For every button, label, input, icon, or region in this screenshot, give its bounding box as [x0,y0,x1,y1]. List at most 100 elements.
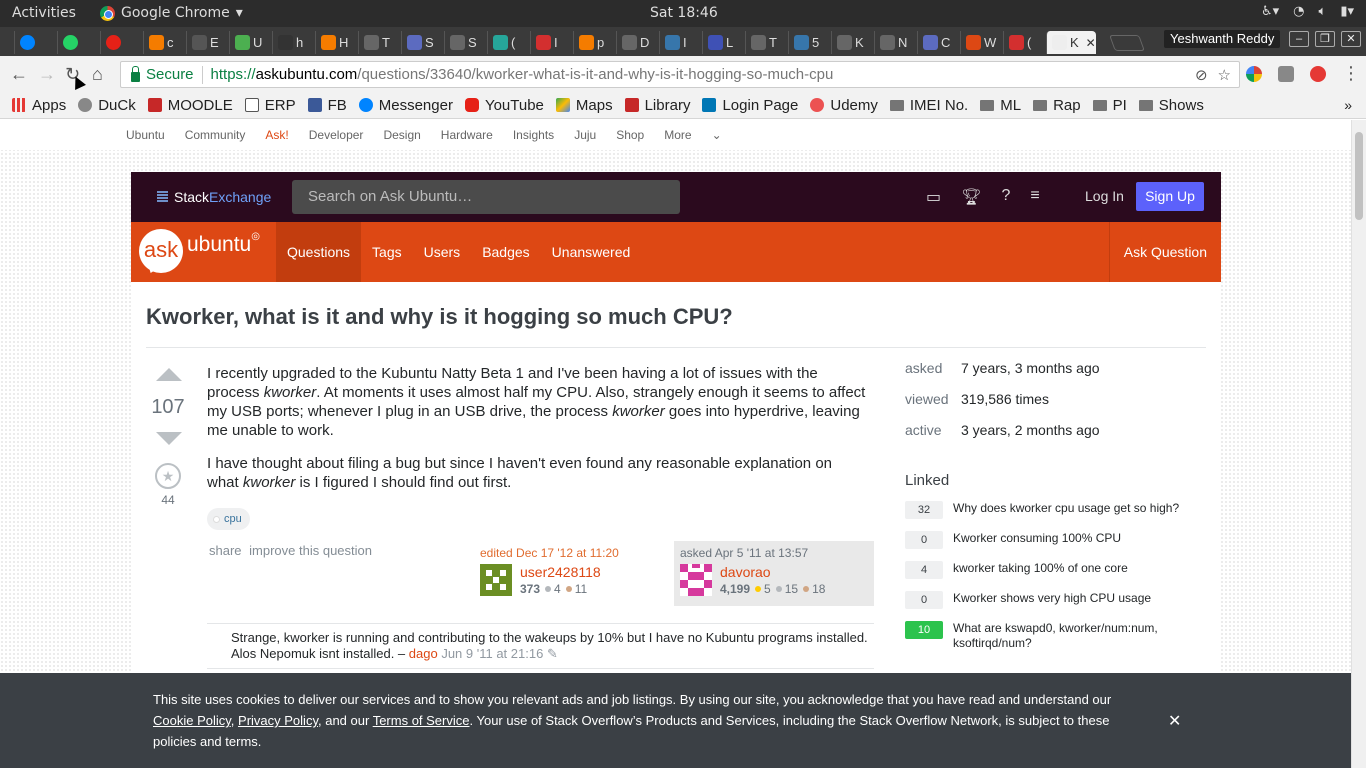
close-window-button[interactable]: ✕ [1341,31,1361,47]
share-link[interactable]: share [209,543,242,558]
browser-tab[interactable]: U [229,31,272,54]
browser-tab[interactable]: T [358,31,401,54]
scrollbar-thumb[interactable] [1355,132,1363,220]
favorite-star-icon[interactable]: ★ [155,463,181,489]
bookmark-maps[interactable]: Maps [555,97,613,114]
help-icon[interactable]: ? [1001,187,1010,207]
browser-tab[interactable]: K ✕ [1046,31,1096,54]
login-link[interactable]: Log In [1085,188,1124,204]
browser-tab[interactable]: K [831,31,874,54]
bookmark-star-icon[interactable]: ☆ [1218,66,1231,84]
browser-tab[interactable]: S [444,31,487,54]
bookmark-folder-imei[interactable]: IMEI No. [889,97,968,114]
browser-tab[interactable]: E [186,31,229,54]
nav-unanswered[interactable]: Unanswered [541,222,642,282]
site-switcher-icon[interactable]: ≡ [1030,187,1039,207]
question-title[interactable]: Kworker, what is it and why is it hoggin… [146,304,733,330]
browser-tab[interactable]: N [874,31,917,54]
bookmark-login-page[interactable]: Login Page [702,97,798,114]
linked-title[interactable]: kworker taking 100% of one core [953,561,1193,576]
askubuntu-logo[interactable]: ask ubuntu◎ [139,229,260,273]
bookmark-udemy[interactable]: Udemy [810,97,878,114]
browser-tab[interactable]: I [530,31,573,54]
back-icon[interactable]: ← [10,64,28,85]
ubuntu-nav-hardware[interactable]: Hardware [441,128,493,142]
downvote-icon[interactable] [156,432,182,445]
bookmark-erp[interactable]: ERP [244,97,296,114]
minimize-button[interactable]: – [1289,31,1309,47]
close-tab-icon[interactable]: ✕ [1086,36,1096,50]
username-link[interactable]: davorao [720,564,825,580]
extension-icon[interactable] [1278,66,1294,82]
bookmark-moodle[interactable]: MOODLE [147,97,233,114]
new-tab-button[interactable] [1109,35,1145,51]
bookmark-youtube[interactable]: YouTube [464,97,544,114]
clock[interactable]: Sat 18:46 [650,5,718,21]
maximize-button[interactable]: ❐ [1315,31,1335,47]
linked-item[interactable]: 32 Why does kworker cpu usage get so high… [905,501,1205,519]
ubuntu-nav-juju[interactable]: Juju [574,128,596,142]
extension-icon[interactable] [1246,66,1262,82]
nav-questions[interactable]: Questions [276,222,362,282]
upvote-icon[interactable] [156,368,182,381]
linked-item[interactable]: 0 Kworker shows very high CPU usage [905,591,1205,609]
translate-icon[interactable]: ⊘ [1195,66,1208,84]
bookmark-folder-shows[interactable]: Shows [1138,97,1204,114]
stat-value[interactable]: 7 years, 3 months ago [961,360,1100,391]
edited-time[interactable]: edited Dec 17 '12 at 11:20 [480,546,660,560]
linked-title[interactable]: What are kswapd0, kworker/num:num, ksoft… [953,621,1193,651]
browser-tab[interactable]: T [745,31,788,54]
browser-tab[interactable]: H [315,31,358,54]
browser-tab[interactable]: L [702,31,745,54]
browser-tab[interactable]: I [659,31,702,54]
bookmark-messenger[interactable]: Messenger [358,97,453,114]
browser-tab[interactable] [14,31,57,54]
signup-button[interactable]: Sign Up [1136,182,1204,211]
bookmark-folder-rap[interactable]: Rap [1033,97,1081,114]
ubuntu-nav-developer[interactable]: Developer [309,128,364,142]
inbox-icon[interactable]: ▭ [926,187,941,207]
comment-user-link[interactable]: dago [409,646,438,661]
browser-tab[interactable]: W [960,31,1003,54]
browser-tab[interactable]: c [143,31,186,54]
nav-users[interactable]: Users [413,222,472,282]
bookmark-folder-ml[interactable]: ML [980,97,1021,114]
ask-question-button[interactable]: Ask Question [1108,222,1221,282]
linked-item[interactable]: 0 Kworker consuming 100% CPU [905,531,1205,549]
avatar[interactable] [480,564,512,596]
username-link[interactable]: user2428118 [520,564,601,580]
site-search-input[interactable]: Search on Ask Ubuntu… [292,180,680,214]
improve-question-link[interactable]: improve this question [249,543,372,558]
browser-tab[interactable]: C [917,31,960,54]
forward-icon[interactable]: → [38,64,56,85]
stat-value[interactable]: 3 years, 2 months ago [961,422,1100,453]
app-menu[interactable]: Google Chrome ▾ [100,5,243,21]
page-scrollbar[interactable] [1351,120,1366,768]
browser-tab[interactable]: p [573,31,616,54]
ubuntu-nav-insights[interactable]: Insights [513,128,554,142]
ubuntu-nav-ubuntu[interactable]: Ubuntu [126,128,165,142]
bookmark-library[interactable]: Library [624,97,690,114]
linked-item[interactable]: 10 What are kswapd0, kworker/num:num, kso… [905,621,1205,651]
browser-tab[interactable] [100,31,143,54]
avatar[interactable] [680,564,712,596]
ubuntu-nav-shop[interactable]: Shop [616,128,644,142]
asked-time[interactable]: asked Apr 5 '11 at 13:57 [680,546,868,560]
bookmark-fb[interactable]: FB [307,97,347,114]
trophy-icon[interactable]: 🏆︎ [961,187,981,207]
tag-cpu[interactable]: cpu [207,508,250,530]
browser-tab[interactable]: S [401,31,444,54]
linked-item[interactable]: 4 kworker taking 100% of one core [905,561,1205,579]
close-icon[interactable]: ✕ [1168,711,1181,732]
ubuntu-nav-design[interactable]: Design [383,128,420,142]
ubuntu-nav-more[interactable]: More ⌄ [664,128,741,142]
profile-button[interactable]: Yeshwanth Reddy [1164,30,1281,48]
ubuntu-nav-community[interactable]: Community [185,128,246,142]
linked-title[interactable]: Why does kworker cpu usage get so high? [953,501,1193,516]
nav-tags[interactable]: Tags [361,222,413,282]
address-bar[interactable]: Secure https://askubuntu.com/questions/3… [120,61,1240,88]
system-tray[interactable]: ♿︎▾ ◔ 🔈︎ ▮▾ [1261,4,1354,19]
nav-badges[interactable]: Badges [471,222,540,282]
cookie-policy-link[interactable]: Cookie Policy [153,713,231,728]
browser-tab[interactable]: D [616,31,659,54]
